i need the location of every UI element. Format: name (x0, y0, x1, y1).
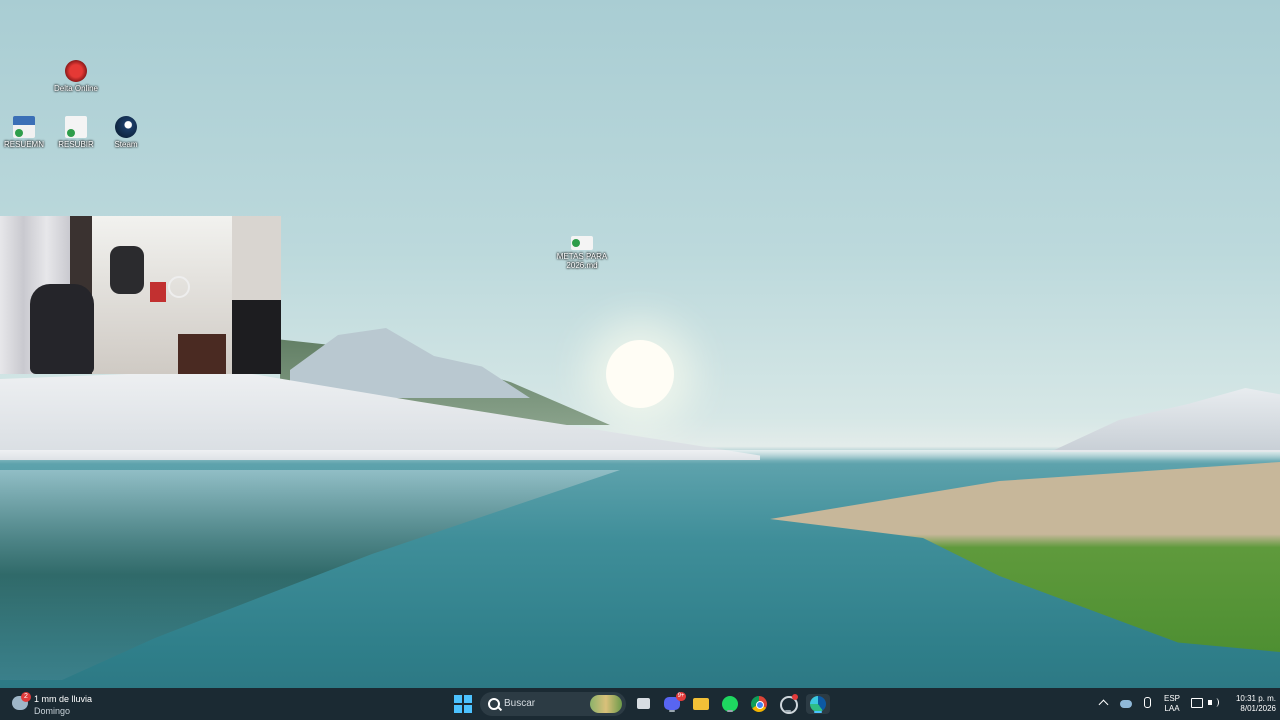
app-button[interactable] (778, 694, 798, 714)
cloud-icon (1120, 700, 1132, 708)
chevron-up-icon (1098, 699, 1109, 710)
webcam-backpack (110, 246, 144, 294)
microphone-tray-icon[interactable] (1142, 697, 1152, 711)
running-indicator (669, 710, 675, 712)
show-hidden-icons-button[interactable] (1098, 698, 1110, 710)
language-line2: LAA (1164, 704, 1180, 713)
document-sync-icon (65, 116, 87, 138)
microphone-icon (1144, 697, 1151, 708)
network-tray-icon[interactable] (1191, 697, 1203, 709)
discord-badge: 9+ (676, 692, 686, 701)
volume-tray-icon[interactable] (1208, 697, 1220, 709)
weather-badge: 2 (21, 692, 31, 702)
spotify-button[interactable] (720, 694, 740, 714)
delta-online-icon (65, 60, 87, 82)
language-line1: ESP (1163, 694, 1180, 703)
desktop-icon-label: Delta Online (53, 84, 99, 93)
webcam-preview[interactable] (0, 216, 281, 374)
file-explorer-icon (693, 698, 709, 710)
language-indicator[interactable]: ESP LAA (1160, 694, 1184, 714)
running-indicator (727, 710, 733, 712)
clock-date: 8/01/2026 (1240, 704, 1276, 713)
onedrive-tray-icon[interactable] (1120, 698, 1134, 710)
wallpaper-sun (606, 340, 674, 408)
task-view-button[interactable] (634, 694, 654, 714)
search-placeholder: Buscar (504, 698, 536, 709)
running-indicator (785, 710, 791, 712)
edge-icon (810, 696, 826, 712)
file-explorer-button[interactable] (691, 694, 711, 714)
webcam-table (178, 334, 226, 374)
start-icon (454, 695, 462, 703)
speaker-icon (1208, 700, 1212, 705)
document-sync-icon (13, 116, 35, 138)
wallpaper-reflection (0, 470, 620, 680)
desktop-icon-steam[interactable]: Steam (96, 116, 156, 149)
search-highlight-icon (590, 695, 622, 713)
webcam-dresser (232, 300, 281, 374)
taskbar: 2 1 mm de lluvia Domingo Buscar 9+ ESP L… (0, 688, 1280, 720)
webcam-red-bag (150, 282, 166, 302)
wallpaper-snow-hill-right (1050, 388, 1280, 452)
steam-icon (115, 116, 137, 138)
weather-line1: 1 mm de lluvia (34, 694, 93, 704)
desktop-icon-delta-online[interactable]: Delta Online (46, 60, 106, 93)
markdown-file-icon (571, 236, 593, 250)
chrome-button[interactable] (749, 694, 769, 714)
weather-line2: Domingo (34, 706, 71, 716)
desktop-icon-label: Steam (114, 140, 138, 149)
discord-button[interactable]: 9+ (662, 692, 686, 714)
clock[interactable]: 10:31 p. m. 8/01/2026 (1222, 694, 1276, 714)
webcam-chair (30, 284, 94, 374)
search-box[interactable]: Buscar (480, 692, 626, 716)
wallpaper-horizon (0, 450, 1280, 464)
clock-time: 10:31 p. m. (1235, 694, 1276, 703)
webcam-ring-light (168, 276, 190, 298)
weather-widget[interactable]: 2 1 mm de lluvia Domingo (12, 692, 132, 716)
search-icon (488, 698, 500, 710)
network-icon (1191, 698, 1203, 708)
wallpaper-grass (770, 462, 1280, 652)
desktop[interactable]: Delta Online RESUEMN RESUBIR Steam METAS… (0, 0, 1280, 720)
edge-button[interactable] (806, 694, 830, 714)
task-view-icon (637, 698, 650, 709)
desktop-icon-metas[interactable]: METAS PARA 2026.md (552, 236, 612, 270)
start-button[interactable] (454, 695, 472, 713)
desktop-icon-label: METAS PARA 2026.md (556, 252, 608, 270)
